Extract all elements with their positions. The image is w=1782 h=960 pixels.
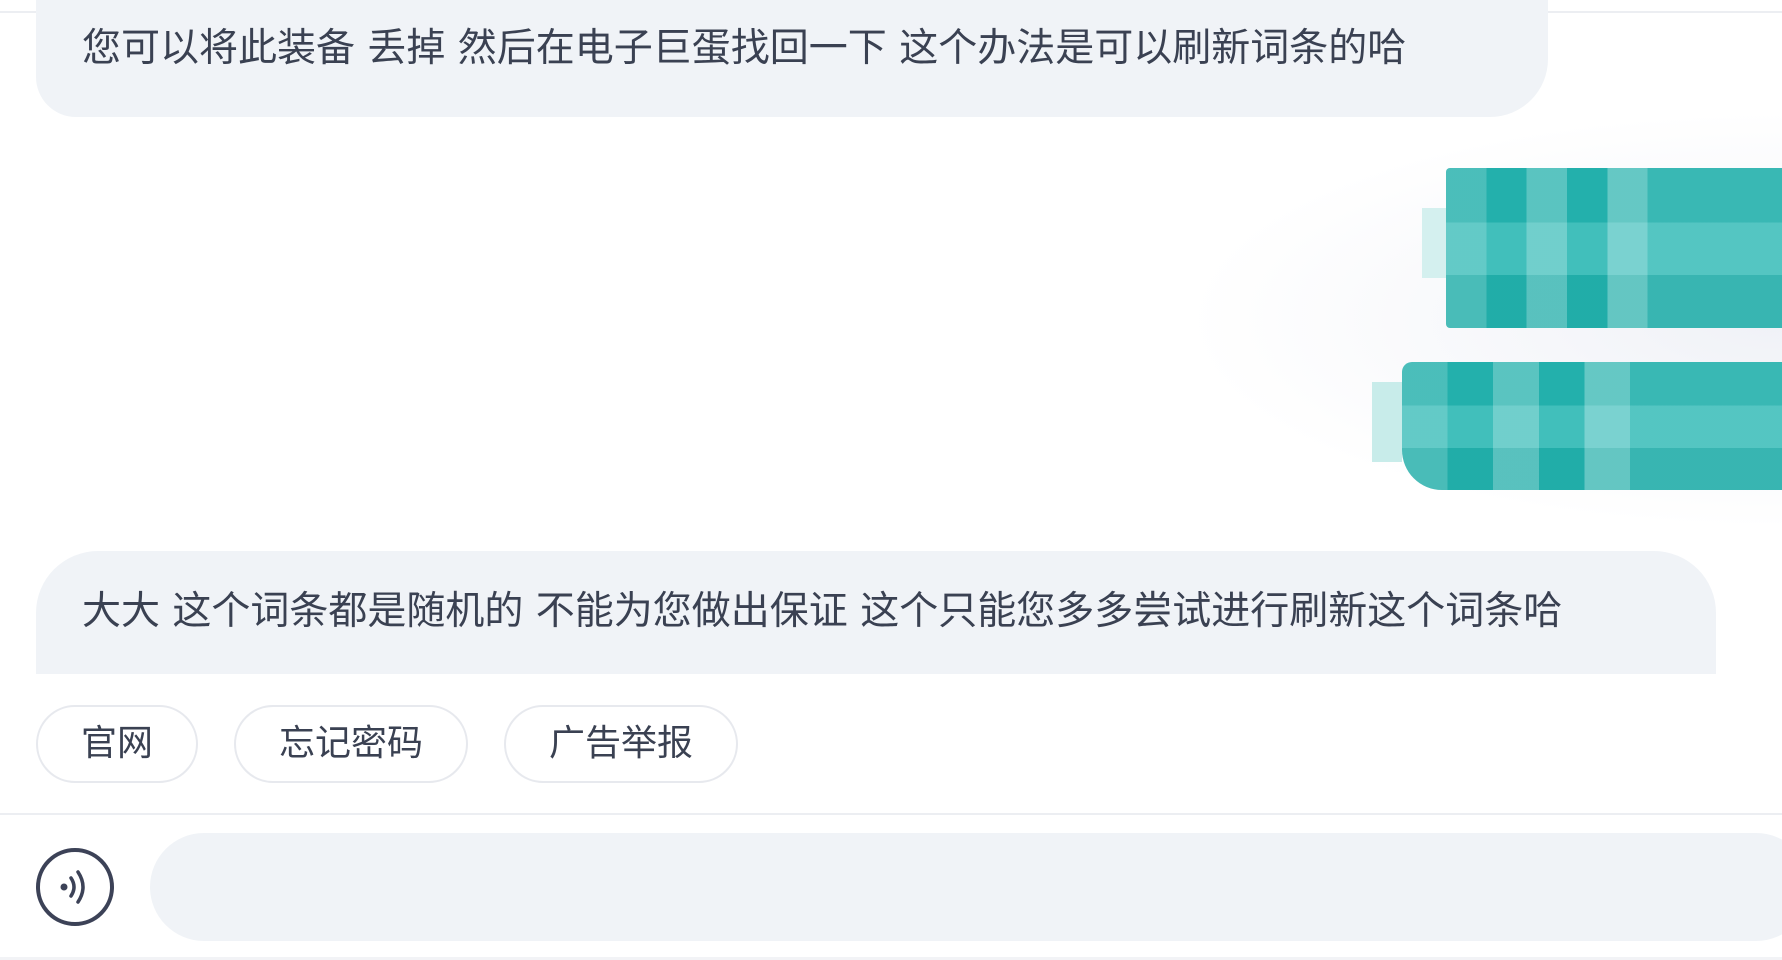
redacted-sent-message[interactable] [1372, 362, 1782, 490]
message-text: 您可以将此装备 丢掉 然后在电子巨蛋找回一下 这个办法是可以刷新词条的哈 [82, 26, 1407, 71]
composer-divider [0, 813, 1782, 815]
received-message-bubble: 您可以将此装备 丢掉 然后在电子巨蛋找回一下 这个办法是可以刷新词条的哈 [36, 0, 1548, 117]
message-text: 大大 这个词条都是随机的 不能为您做出保证 这个只能您多多尝试进行刷新这个词条哈 [82, 589, 1563, 634]
voice-wave-icon [60, 870, 85, 904]
message-input[interactable] [150, 833, 1782, 941]
quick-reply-official-site[interactable]: 官网 [36, 705, 198, 783]
quick-reply-report-ad[interactable]: 广告举报 [504, 705, 738, 783]
sent-messages-redacted [1182, 110, 1782, 530]
redacted-sent-message[interactable] [1422, 168, 1782, 328]
quick-reply-forgot-password[interactable]: 忘记密码 [234, 705, 468, 783]
voice-input-button[interactable] [36, 848, 114, 926]
received-message-bubble: 大大 这个词条都是随机的 不能为您做出保证 这个只能您多多尝试进行刷新这个词条哈 [36, 551, 1716, 674]
